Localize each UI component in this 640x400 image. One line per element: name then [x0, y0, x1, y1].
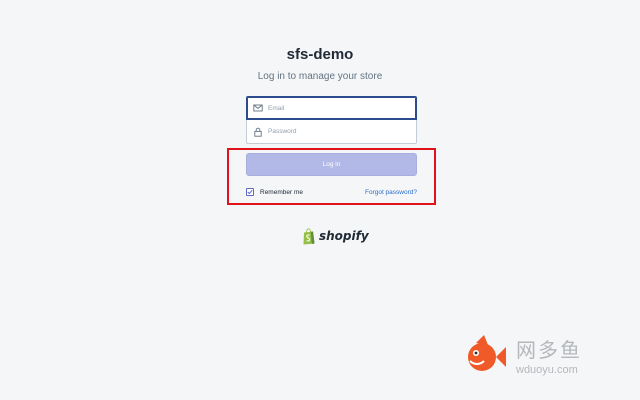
envelope-icon [253, 104, 263, 112]
checkmark-icon [247, 189, 253, 195]
email-field[interactable] [246, 96, 417, 120]
watermark-cn: 网多鱼 [516, 338, 582, 362]
remember-row: Remember me Forgot password? [246, 186, 417, 198]
remember-me-toggle[interactable]: Remember me [246, 188, 303, 196]
email-input[interactable] [268, 104, 408, 112]
password-field[interactable] [246, 120, 417, 144]
remember-checkbox[interactable] [246, 188, 254, 196]
login-subtitle: Log in to manage your store [257, 71, 383, 82]
shopify-wordmark: shopify [319, 229, 369, 243]
login-button[interactable]: Log in [246, 153, 417, 176]
watermark-url: wduoyu.com [516, 364, 578, 376]
remember-label: Remember me [260, 188, 303, 196]
watermark: 网多鱼 wduoyu.com [460, 330, 610, 380]
password-input[interactable] [268, 128, 408, 135]
fish-icon [468, 335, 506, 371]
lock-icon [254, 127, 262, 137]
store-title: sfs-demo [286, 46, 354, 63]
forgot-password-link[interactable]: Forgot password? [365, 189, 417, 196]
shopify-bag-icon [303, 227, 315, 244]
shopify-logo: shopify [302, 227, 369, 245]
